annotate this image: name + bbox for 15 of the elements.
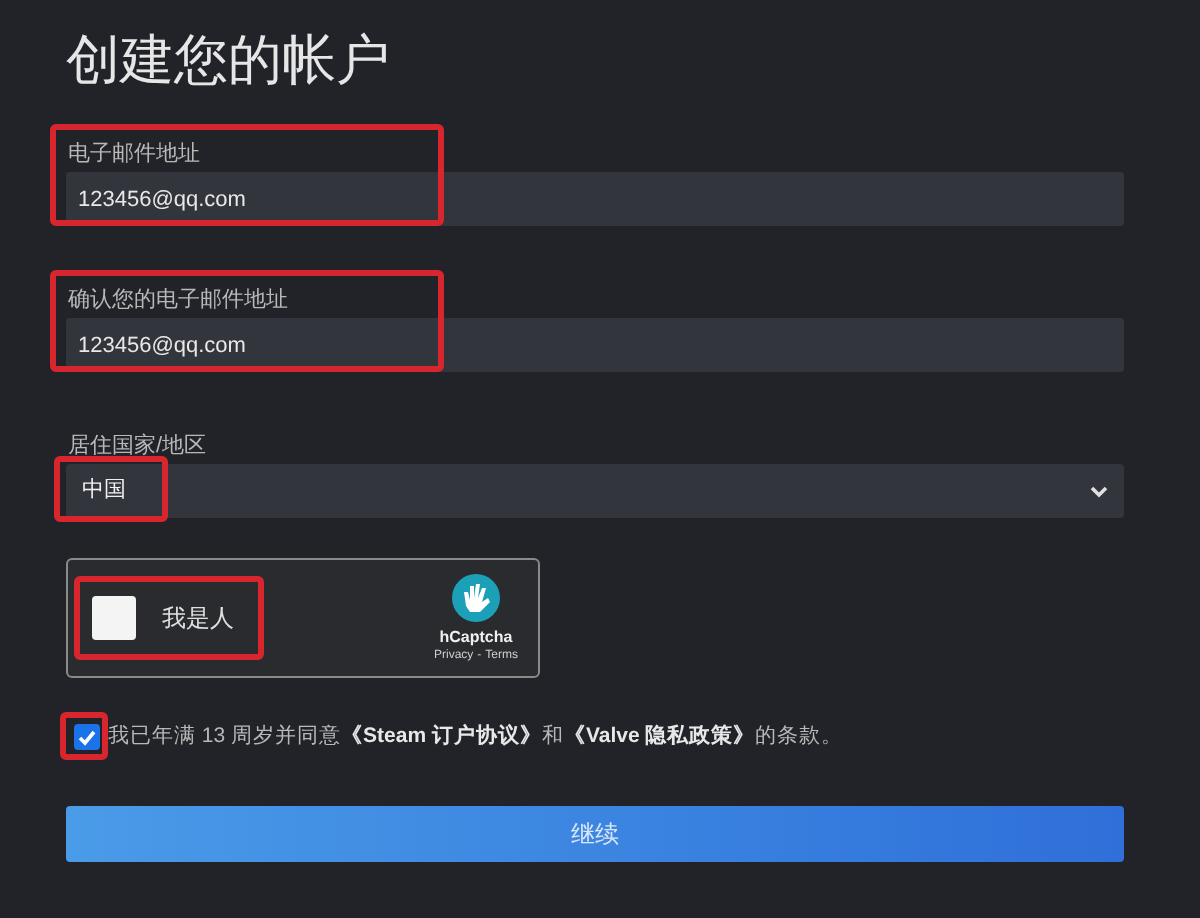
agreement-checkbox[interactable] [74,724,100,751]
email-field[interactable]: 123456@qq.com [66,172,1124,226]
hand-logo-icon [449,572,502,624]
country-select[interactable]: 中国 [66,464,1124,518]
agreement-text: 我已年满 13 周岁并同意《Steam 订户协议》和《Valve 隐私政策》的条款。 [108,722,844,752]
chevron-down-icon [1090,485,1108,497]
field-label: 电子邮件地址 [68,140,202,168]
captcha-label: 我是人 [162,602,236,636]
field-label: 居住国家/地区 [68,432,209,460]
field-label: 确认您的电子邮件地址 [68,286,290,314]
captcha-brand: hCaptcha [439,628,513,648]
page-title: 创建您的帐户 [66,28,392,94]
captcha-checkbox[interactable] [92,596,136,640]
check-icon [78,729,96,746]
email-field[interactable]: 123456@qq.com [66,318,1124,372]
